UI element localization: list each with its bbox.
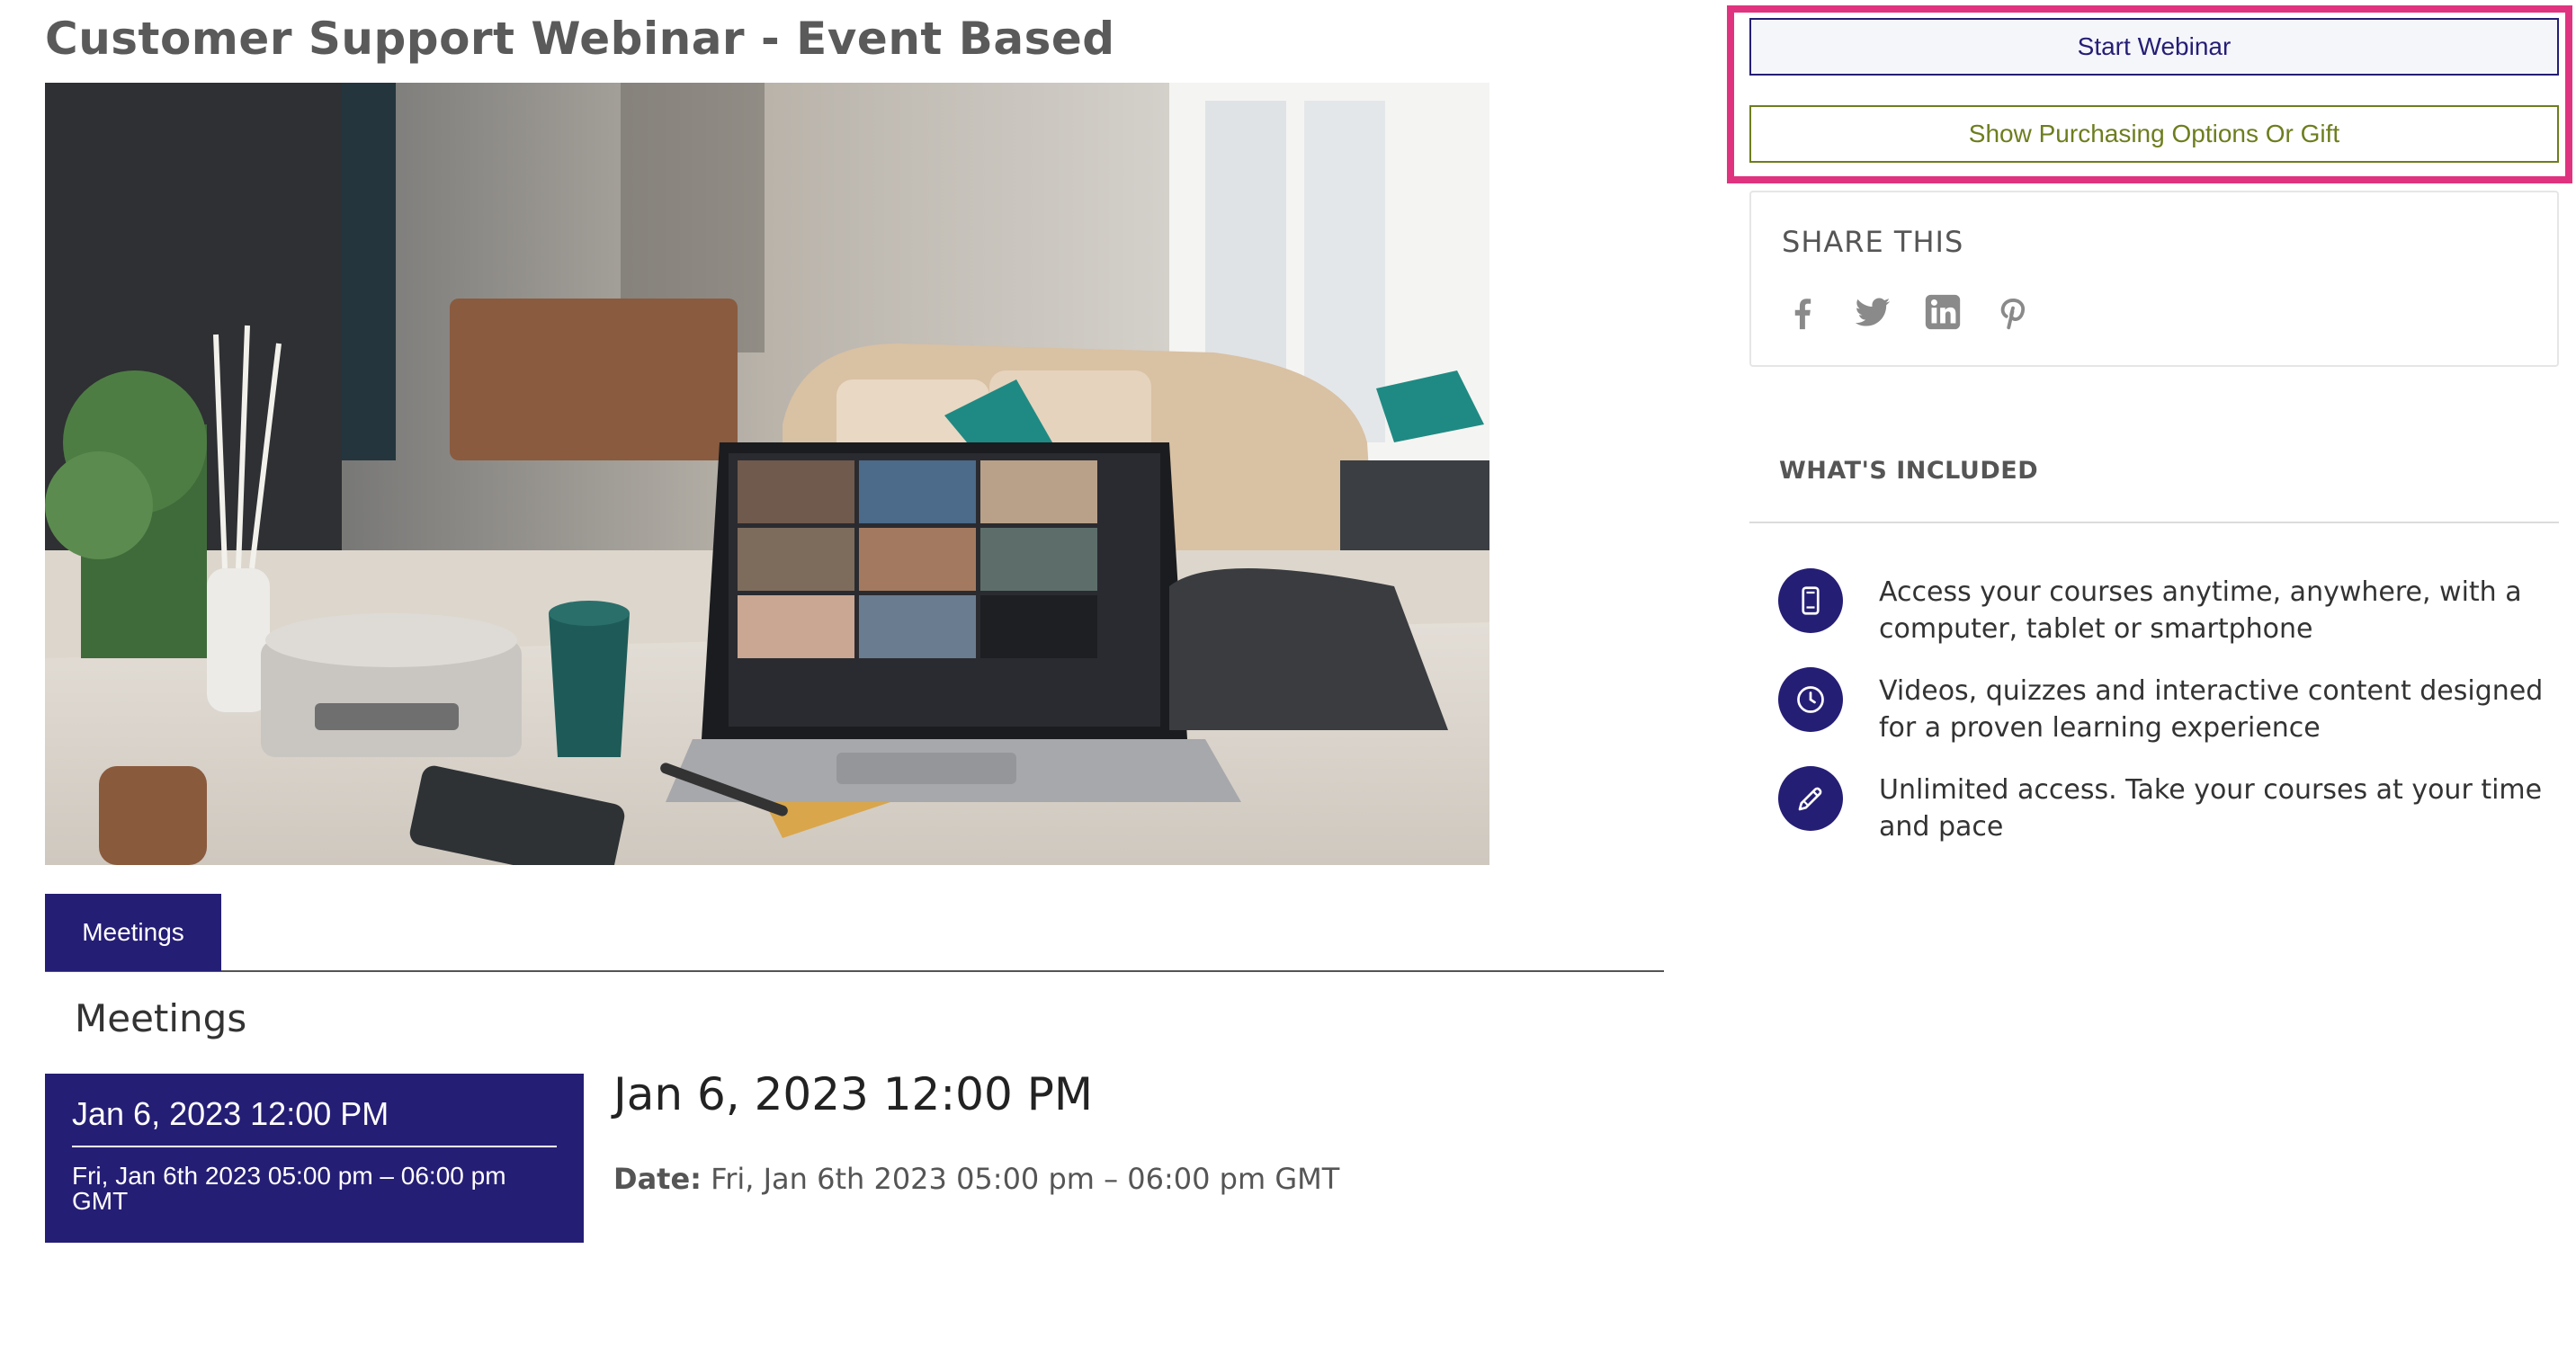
meeting-card-title: Jan 6, 2023 12:00 PM xyxy=(72,1095,557,1147)
page-title: Customer Support Webinar - Event Based xyxy=(45,13,1115,65)
feature-text: Access your courses anytime, anywhere, w… xyxy=(1879,576,2522,645)
linkedin-icon[interactable] xyxy=(1922,291,1963,333)
meeting-detail-date: Date: Fri, Jan 6th 2023 05:00 pm – 06:00… xyxy=(613,1162,1339,1196)
hero-image xyxy=(45,83,1489,865)
twitter-icon[interactable] xyxy=(1852,291,1893,333)
share-title: SHARE THIS xyxy=(1782,225,1964,259)
share-panel: SHARE THIS xyxy=(1749,191,2559,367)
meeting-date-value: Fri, Jan 6th 2023 05:00 pm – 06:00 pm GM… xyxy=(711,1162,1340,1196)
smartphone-icon xyxy=(1778,568,1843,633)
pencil-icon xyxy=(1778,766,1843,831)
meeting-card[interactable]: Jan 6, 2023 12:00 PM Fri, Jan 6th 2023 0… xyxy=(45,1074,584,1243)
purchase-options-button[interactable]: Show Purchasing Options Or Gift xyxy=(1749,105,2559,163)
facebook-icon[interactable] xyxy=(1782,291,1823,333)
tab-bar: Meetings xyxy=(45,894,1664,972)
meeting-date-label: Date: xyxy=(613,1162,702,1196)
feature-text: Videos, quizzes and interactive content … xyxy=(1879,675,2544,744)
tab-meetings[interactable]: Meetings xyxy=(45,894,221,971)
pinterest-icon[interactable] xyxy=(1992,291,2034,333)
meeting-card-time: Fri, Jan 6th 2023 05:00 pm – 06:00 pm GM… xyxy=(72,1162,506,1215)
clock-icon xyxy=(1778,667,1843,732)
meetings-heading: Meetings xyxy=(75,996,247,1040)
whats-included-title: WHAT'S INCLUDED xyxy=(1779,457,2039,485)
included-divider xyxy=(1749,522,2559,523)
share-icons xyxy=(1782,291,2034,333)
start-webinar-button[interactable]: Start Webinar xyxy=(1749,18,2559,76)
feature-text: Unlimited access. Take your courses at y… xyxy=(1879,774,2543,843)
meeting-detail-title: Jan 6, 2023 12:00 PM xyxy=(613,1068,1093,1120)
